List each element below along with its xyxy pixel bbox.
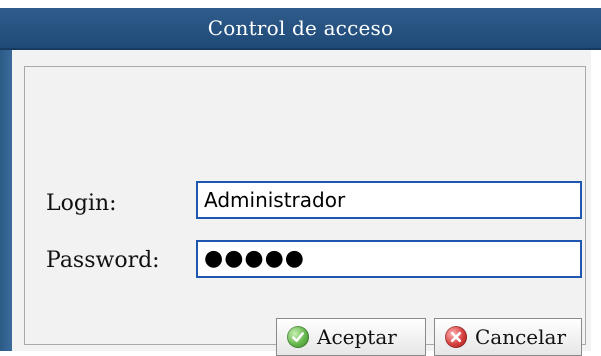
cancel-button[interactable]: Cancelar	[434, 318, 582, 356]
login-label: Login:	[46, 191, 117, 216]
password-label: Password:	[46, 248, 160, 273]
accept-button[interactable]: Aceptar	[276, 318, 426, 356]
login-field-value: Administrador	[204, 188, 346, 212]
check-circle-icon	[287, 326, 309, 348]
login-field[interactable]: Administrador	[196, 181, 582, 219]
dialog-title: Control de acceso	[207, 16, 394, 40]
dialog-titlebar[interactable]: Control de acceso	[0, 8, 601, 50]
login-dialog-window: Control de acceso Login: Administrador P…	[0, 0, 601, 356]
dialog-left-border	[0, 50, 12, 351]
cancel-button-label: Cancelar	[475, 325, 567, 349]
password-field[interactable]: ●●●●●	[196, 240, 582, 278]
accept-button-label: Aceptar	[317, 325, 397, 349]
dialog-body: Login: Administrador Password: ●●●●● Ace…	[12, 50, 591, 356]
x-circle-icon	[445, 326, 467, 348]
password-field-value: ●●●●●	[204, 246, 305, 271]
